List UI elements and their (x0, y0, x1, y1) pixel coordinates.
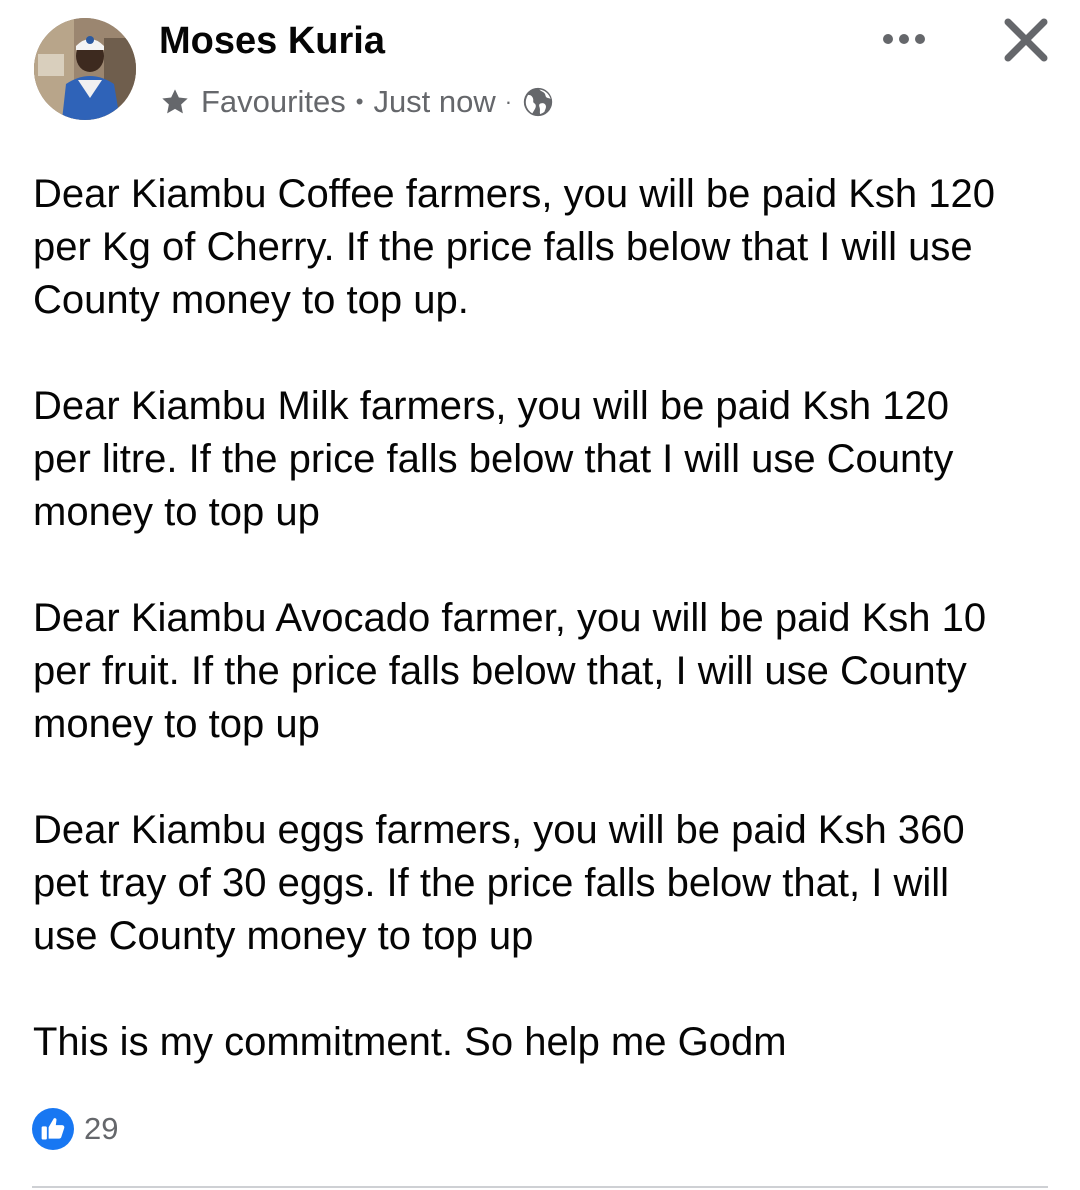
more-options-button[interactable] (876, 22, 932, 56)
post-body: Dear Kiambu Coffee farmers, you will be … (33, 168, 1053, 1069)
star-icon (162, 89, 188, 114)
post-meta: Favourites • Just now · (159, 82, 555, 122)
facebook-post: Moses Kuria Favourites • Just now · Dear… (0, 0, 1080, 1190)
post-divider (32, 1186, 1048, 1188)
post-paragraph: This is my commitment. So help me Godm (33, 1020, 787, 1064)
author-name[interactable]: Moses Kuria (159, 18, 385, 64)
post-paragraph: Dear Kiambu Coffee farmers, you will be … (33, 172, 995, 322)
reaction-count: 29 (84, 1111, 119, 1146)
reaction-summary[interactable]: 29 (32, 1106, 118, 1152)
author-avatar[interactable] (34, 18, 136, 120)
audience-label[interactable]: Favourites (201, 84, 346, 120)
post-paragraph: Dear Kiambu Avocado farmer, you will be … (33, 596, 987, 746)
close-icon (1004, 18, 1048, 62)
privacy-separator: · (504, 89, 513, 114)
post-header: Moses Kuria Favourites • Just now · (0, 0, 1080, 140)
more-options-icon (883, 34, 925, 44)
meta-separator: • (355, 89, 364, 114)
post-paragraph: Dear Kiambu eggs farmers, you will be pa… (33, 808, 965, 958)
avatar-image (34, 18, 136, 120)
post-timestamp[interactable]: Just now (373, 84, 495, 120)
post-paragraph: Dear Kiambu Milk farmers, you will be pa… (33, 384, 954, 534)
like-icon (32, 1108, 74, 1150)
close-button[interactable] (1000, 14, 1052, 66)
globe-icon[interactable] (521, 85, 555, 119)
